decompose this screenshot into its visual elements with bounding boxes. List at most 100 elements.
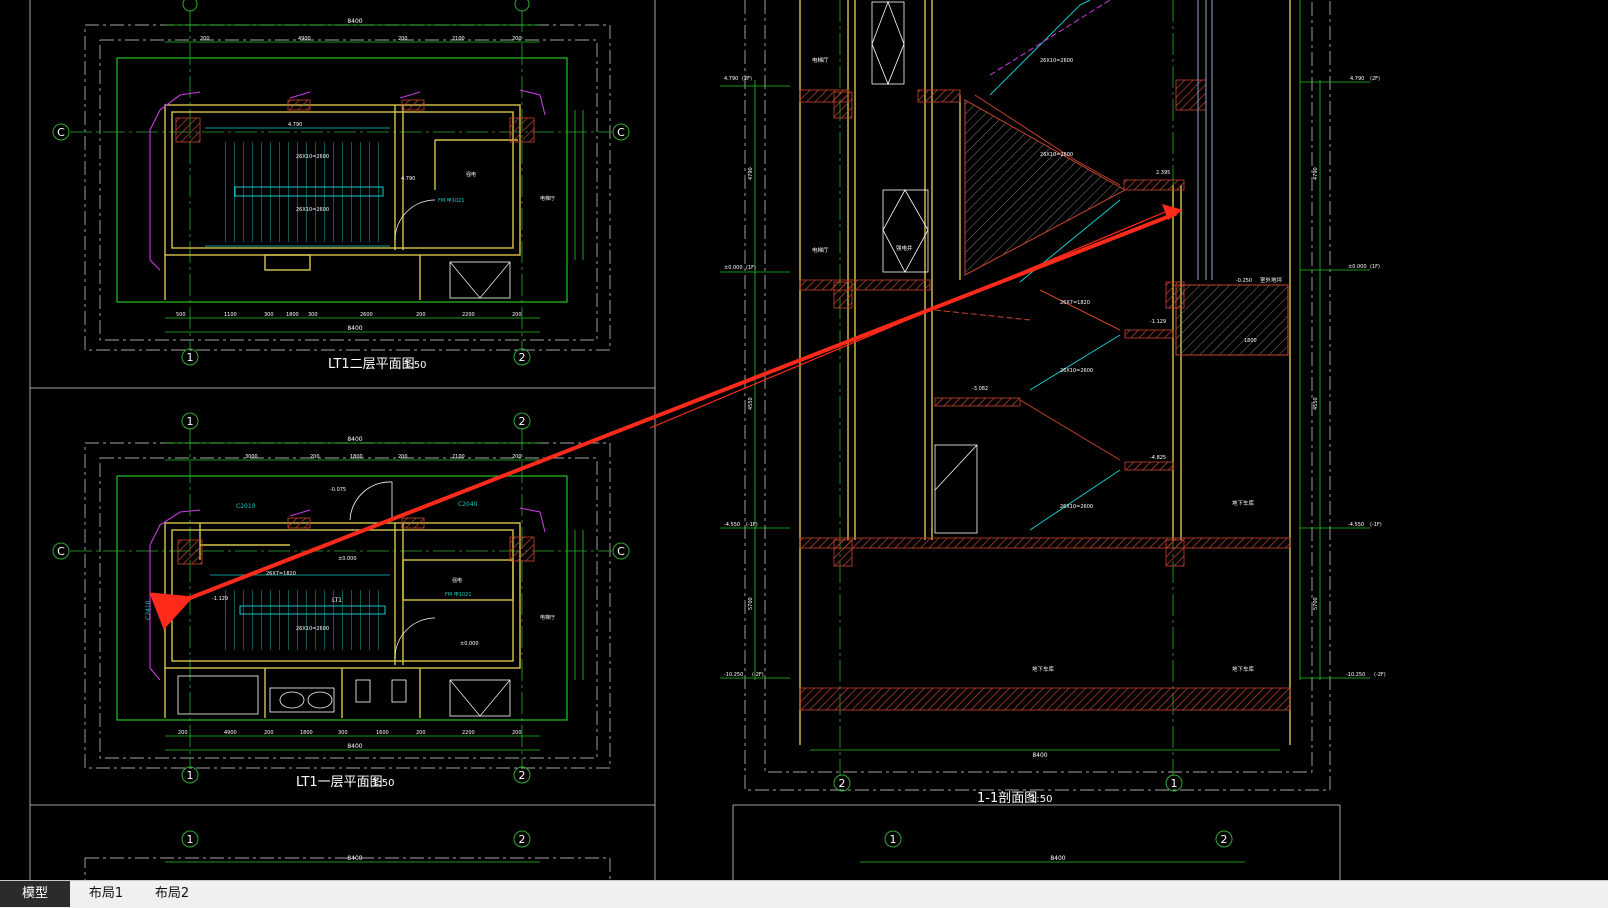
svg-text:2200: 2200 — [462, 730, 475, 736]
plan-first-floor[interactable]: 1 2 1 2 C C 8400 8400 3000 200 1800 200 … — [52, 412, 630, 790]
svg-text:FM 甲1021: FM 甲1021 — [445, 592, 472, 598]
svg-text:1800: 1800 — [286, 312, 299, 318]
cad-model-space[interactable]: 1 2 C C 8400 8400 200 4900 200 2100 200 … — [0, 0, 1608, 880]
svg-text:4.790: 4.790 — [724, 76, 738, 82]
svg-text:(-2F): (-2F) — [752, 672, 764, 678]
elevator-shaft — [449, 261, 511, 299]
svg-text:4900: 4900 — [298, 36, 311, 42]
svg-text:1800: 1800 — [350, 454, 363, 460]
svg-text:(1F): (1F) — [1370, 264, 1380, 270]
overall-dim-top: 8400 — [347, 18, 362, 25]
axis-bubble-1-top: 1 — [181, 412, 199, 430]
svg-text:±0.000: ±0.000 — [724, 265, 743, 271]
svg-text:C: C — [617, 545, 625, 558]
svg-text:26X7=1820: 26X7=1820 — [1060, 300, 1090, 306]
svg-text:2: 2 — [519, 351, 526, 364]
svg-text:2600: 2600 — [360, 312, 373, 318]
stair-flights — [934, 0, 1121, 531]
svg-text:200: 200 — [512, 36, 522, 42]
svg-text:LT1: LT1 — [332, 597, 342, 604]
axis-bubble-1-right: 1 — [884, 830, 902, 848]
door-swing — [394, 617, 436, 659]
svg-text:强电: 强电 — [466, 171, 476, 178]
svg-text:2: 2 — [519, 769, 526, 782]
arrow-to-section[interactable] — [649, 211, 1166, 429]
svg-text:300: 300 — [338, 730, 348, 736]
svg-text:电梯厅: 电梯厅 — [812, 246, 829, 254]
overall-dim-right: 8400 — [1050, 855, 1065, 862]
axis-bubble-c-right: C — [612, 123, 630, 141]
svg-text:地下车库: 地下车库 — [1032, 665, 1055, 673]
svg-text:4.790: 4.790 — [288, 122, 302, 128]
door-swing — [394, 199, 436, 241]
section-axis-bubble-2: 2 — [833, 774, 851, 792]
svg-text:(1F): (1F) — [746, 265, 756, 271]
svg-text:200: 200 — [416, 730, 426, 736]
svg-text:电梯厅: 电梯厅 — [812, 56, 829, 64]
svg-text:300: 300 — [308, 312, 318, 318]
curtain-wall — [1197, 0, 1213, 280]
svg-text:±0.000: ±0.000 — [338, 556, 357, 562]
tab-layout-1[interactable]: 布局1 — [76, 881, 136, 907]
section-title: 1-1剖面图 1:50 — [977, 791, 1052, 806]
axis-bubble-1-bottom: 1 — [181, 766, 199, 784]
plan-title: LT1一层平面图 1:50 — [296, 775, 394, 790]
svg-text:C2010: C2010 — [236, 503, 256, 510]
axis-bubble-2-top — [514, 0, 530, 12]
section-1-1[interactable]: 4790 4550 5700 4790 4550 5700 4.790 (2F)… — [720, 0, 1386, 806]
svg-text:4550: 4550 — [748, 397, 754, 410]
elevation-markers-right: 4.790 (2F) ±0.000 (1F) -4.550 (-1F) -10.… — [1300, 76, 1386, 679]
plan-second-floor[interactable]: 1 2 C C 8400 8400 200 4900 200 2100 200 … — [52, 0, 630, 372]
svg-text:200: 200 — [512, 730, 522, 736]
svg-text:26X10=2600: 26X10=2600 — [296, 626, 329, 632]
side-dims-right: 4790 4550 5700 — [1313, 167, 1319, 610]
svg-text:室外地坪: 室外地坪 — [1260, 276, 1283, 284]
svg-text:(-1F): (-1F) — [746, 522, 758, 528]
stair-flight-hatched — [964, 99, 1127, 276]
svg-text:1: 1 — [187, 351, 194, 364]
svg-text:-4.550: -4.550 — [1348, 522, 1364, 528]
svg-text:2100: 2100 — [452, 454, 465, 460]
svg-text:26X10=2600: 26X10=2600 — [1060, 368, 1093, 374]
svg-text:-0.075: -0.075 — [330, 487, 346, 493]
layout-tab-bar: 模型 布局1 布局2 — [0, 880, 1608, 908]
svg-text:1800: 1800 — [1244, 338, 1257, 344]
svg-text:2200: 2200 — [462, 312, 475, 318]
axis-bubble-1-top — [182, 0, 198, 12]
svg-text:±0.000: ±0.000 — [1348, 264, 1367, 270]
entry-door-swing — [349, 481, 393, 521]
svg-text:1:50: 1:50 — [404, 360, 426, 371]
svg-text:(-1F): (-1F) — [1370, 522, 1382, 528]
foundation-block — [1175, 284, 1289, 356]
svg-text:1: 1 — [187, 415, 194, 428]
svg-text:200: 200 — [416, 312, 426, 318]
svg-text:2100: 2100 — [452, 36, 465, 42]
svg-text:LT1一层平面图: LT1一层平面图 — [296, 775, 383, 790]
svg-text:26X7=1820: 26X7=1820 — [266, 571, 296, 577]
svg-text:地下车库: 地下车库 — [1232, 665, 1255, 673]
svg-text:电梯厅: 电梯厅 — [540, 195, 555, 202]
svg-text:强电: 强电 — [452, 577, 462, 584]
svg-text:5700: 5700 — [748, 597, 754, 610]
svg-text:2: 2 — [839, 777, 846, 790]
plan-partial-bottom[interactable]: 8400 1 2 1 2 8400 — [84, 830, 1245, 880]
svg-text:-10.250: -10.250 — [724, 672, 743, 678]
svg-text:1-1剖面图: 1-1剖面图 — [977, 791, 1037, 806]
svg-text:1600: 1600 — [376, 730, 389, 736]
svg-text:1: 1 — [187, 769, 194, 782]
svg-text:-10.250: -10.250 — [1346, 672, 1365, 678]
svg-text:±0.000: ±0.000 — [460, 641, 479, 647]
svg-text:4790: 4790 — [1313, 167, 1319, 180]
tab-layout-2[interactable]: 布局2 — [142, 881, 202, 907]
svg-text:200: 200 — [512, 312, 522, 318]
top-dims: 200 4900 200 2100 200 — [200, 36, 522, 42]
svg-text:1: 1 — [1171, 777, 1178, 790]
svg-text:LT1二层平面图: LT1二层平面图 — [328, 357, 415, 372]
svg-text:5700: 5700 — [1313, 597, 1319, 610]
svg-text:26X10=2600: 26X10=2600 — [296, 207, 329, 213]
svg-text:-4.550: -4.550 — [724, 522, 740, 528]
svg-text:200: 200 — [398, 454, 408, 460]
svg-text:-4.825: -4.825 — [1150, 455, 1166, 461]
tab-model[interactable]: 模型 — [0, 881, 70, 907]
svg-text:-1.129: -1.129 — [1150, 319, 1166, 325]
